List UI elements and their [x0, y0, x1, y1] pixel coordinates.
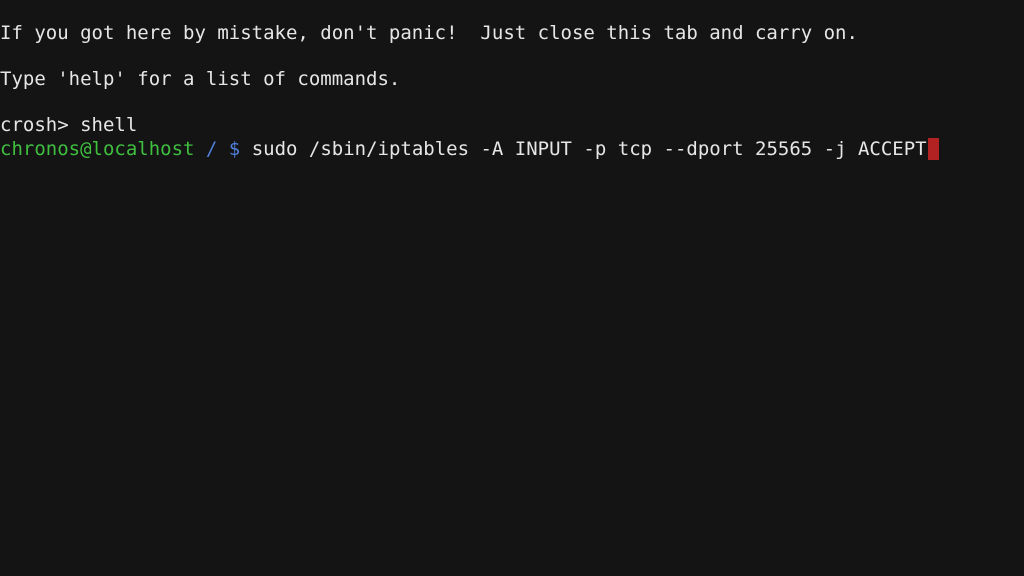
help-line: Type 'help' for a list of commands. — [0, 68, 401, 90]
shell-command-input[interactable]: sudo /sbin/iptables -A INPUT -p tcp --dp… — [252, 138, 927, 160]
shell-command-line[interactable]: chronos@localhost / $ sudo /sbin/iptable… — [0, 138, 939, 161]
text-cursor — [927, 138, 939, 160]
terminal-window[interactable]: If you got here by mistake, don't panic!… — [0, 0, 1024, 576]
intro-line: If you got here by mistake, don't panic!… — [0, 22, 858, 44]
shell-path-prompt: / $ — [205, 138, 241, 160]
shell-user-host: chronos@localhost — [0, 138, 195, 160]
crosh-prompt-line: crosh> shell — [0, 114, 138, 136]
